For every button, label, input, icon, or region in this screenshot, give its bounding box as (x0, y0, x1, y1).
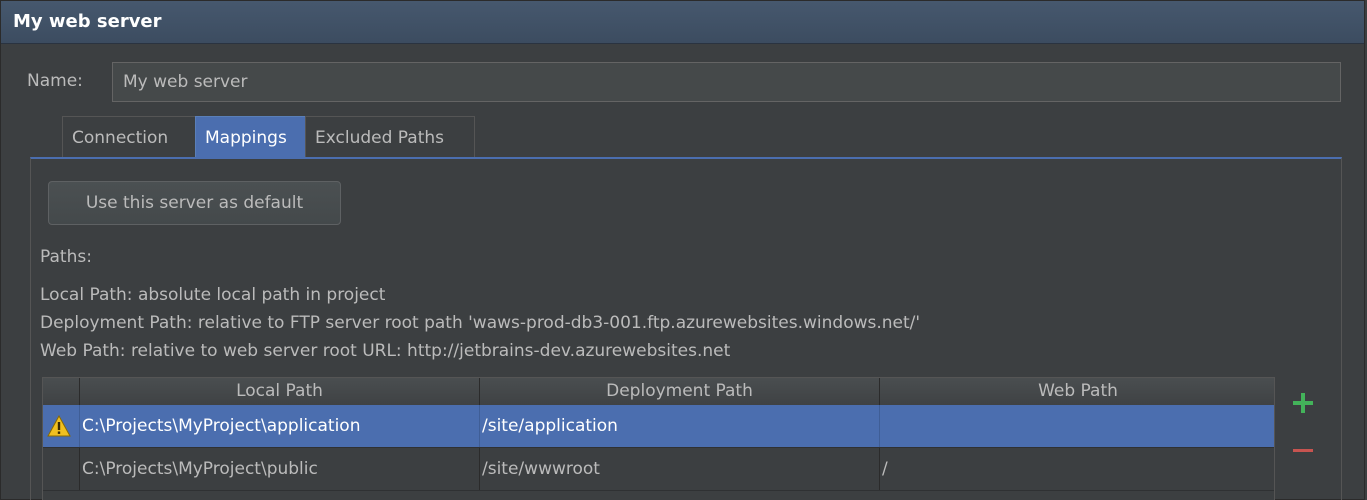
header-deployment-path[interactable]: Deployment Path (480, 378, 880, 405)
plus-icon[interactable] (1290, 390, 1316, 416)
tab-connection[interactable]: Connection (62, 116, 196, 158)
info-deployment-path: Deployment Path: relative to FTP server … (40, 313, 921, 333)
local-path-cell[interactable]: C:\Projects\MyProject\application (80, 405, 480, 447)
web-path-cell[interactable] (880, 405, 1274, 447)
row-status-cell (43, 448, 80, 490)
tab-mappings[interactable]: Mappings (195, 116, 306, 158)
web-path-cell[interactable]: / (880, 448, 1274, 490)
table-header: Local Path Deployment Path Web Path (43, 378, 1274, 406)
deployment-path-cell[interactable]: /site/wwwroot (480, 448, 880, 490)
header-local-path[interactable]: Local Path (80, 378, 480, 405)
row-status-cell (43, 405, 80, 447)
name-input[interactable] (112, 62, 1341, 102)
header-icon-column (43, 378, 80, 405)
info-local-path: Local Path: absolute local path in proje… (40, 285, 386, 305)
deployment-path-cell[interactable]: /site/application (480, 405, 880, 447)
local-path-cell[interactable]: C:\Projects\MyProject\public (80, 448, 480, 490)
table-row[interactable]: C:\Projects\MyProject\public /site/wwwro… (43, 448, 1274, 491)
tab-excluded-paths[interactable]: Excluded Paths (305, 116, 475, 158)
window-title: My web server (13, 11, 162, 32)
table-row[interactable]: C:\Projects\MyProject\application /site/… (43, 405, 1274, 448)
mappings-table: Local Path Deployment Path Web Path C:\P… (42, 377, 1275, 500)
minus-icon[interactable] (1290, 438, 1316, 464)
header-web-path[interactable]: Web Path (880, 378, 1274, 405)
title-bar: My web server (1, 1, 1364, 44)
use-as-default-button[interactable]: Use this server as default (48, 181, 341, 225)
name-label: Name: (27, 71, 83, 91)
info-web-path: Web Path: relative to web server root UR… (40, 341, 731, 361)
warning-icon (47, 415, 71, 437)
paths-label: Paths: (40, 247, 92, 267)
